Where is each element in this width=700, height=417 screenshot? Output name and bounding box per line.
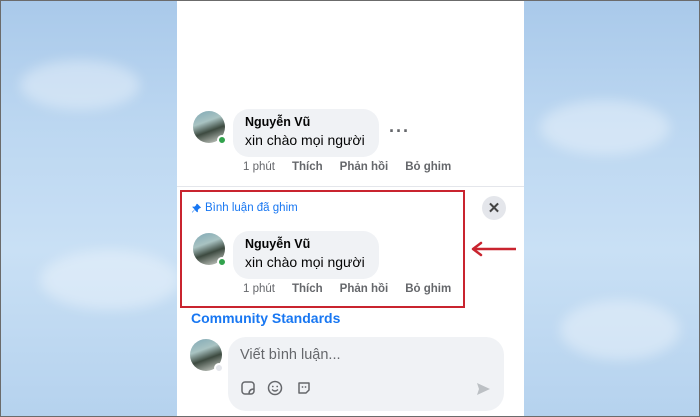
comment-composer[interactable]: Viết bình luận... (228, 337, 504, 411)
comment-actions: 1 phút Thích Phản hồi Bỏ ghim (243, 161, 468, 173)
close-button[interactable]: ✕ (482, 196, 506, 220)
comment-text: xin chào mọi người (245, 132, 365, 148)
avatar[interactable] (190, 339, 224, 373)
send-icon[interactable] (475, 381, 491, 397)
more-options-icon[interactable]: ··· (389, 121, 410, 142)
highlight-box (180, 190, 465, 308)
unpin-button[interactable]: Bỏ ghim (405, 161, 451, 173)
background-cloud (20, 60, 140, 110)
avatar[interactable] (193, 111, 227, 145)
online-status-dot (217, 135, 227, 145)
like-button[interactable]: Thích (292, 161, 323, 173)
gif-icon[interactable] (296, 380, 312, 396)
comment-input[interactable]: Viết bình luận... (240, 347, 341, 363)
sticker-icon[interactable] (240, 380, 256, 396)
comment-time[interactable]: 1 phút (243, 161, 275, 173)
comment-bubble: Nguyễn Vũ xin chào mọi người (233, 109, 379, 157)
online-status-dot (214, 363, 224, 373)
arrow-icon (471, 241, 516, 257)
comment-author[interactable]: Nguyễn Vũ (245, 115, 367, 129)
background-cloud (40, 250, 180, 310)
emoji-icon[interactable] (267, 380, 283, 396)
background-cloud (540, 100, 670, 155)
background-cloud (560, 300, 680, 360)
community-standards-link[interactable]: Community Standards (191, 310, 340, 326)
close-icon: ✕ (487, 200, 501, 217)
divider (177, 186, 524, 187)
reply-button[interactable]: Phản hồi (340, 161, 389, 173)
